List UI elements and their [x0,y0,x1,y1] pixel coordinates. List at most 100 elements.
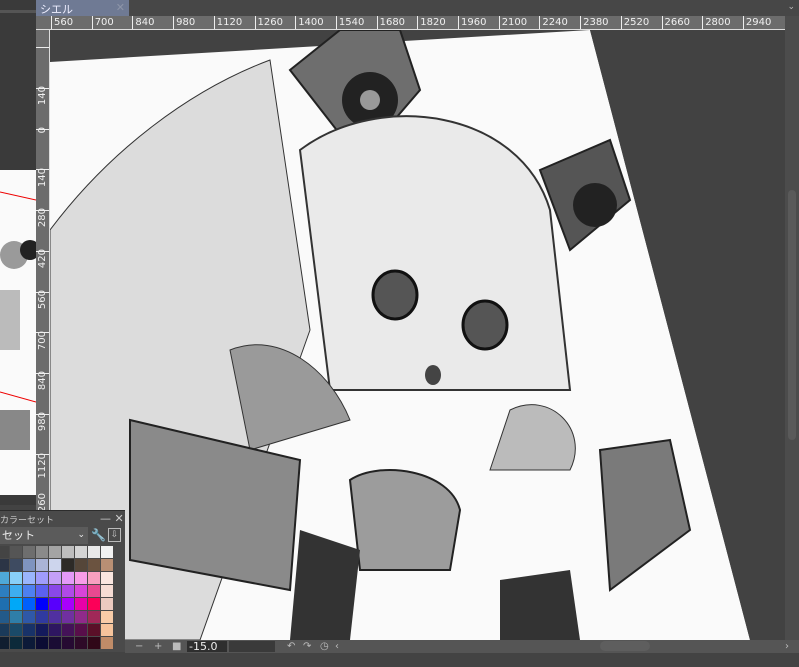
zoom-out-button[interactable]: − [135,640,143,653]
color-swatch[interactable] [88,611,100,623]
color-swatch[interactable] [36,559,48,571]
color-swatch[interactable] [75,572,87,584]
color-swatch[interactable] [36,637,48,649]
color-swatch[interactable] [49,585,61,597]
document-tab[interactable]: シエル ✕ [36,0,129,16]
color-swatch[interactable] [75,611,87,623]
color-swatch[interactable] [49,559,61,571]
color-swatch[interactable] [88,546,100,558]
color-swatch[interactable] [10,559,22,571]
color-swatch[interactable] [36,611,48,623]
color-swatch[interactable] [0,559,9,571]
color-swatch[interactable] [62,624,74,636]
ruler-tick-label: 1260 [36,454,49,519]
panel-close-icon[interactable]: — ✕ [100,512,124,525]
color-swatch[interactable] [10,637,22,649]
color-swatch[interactable] [101,611,113,623]
color-swatch[interactable] [101,572,113,584]
color-swatch[interactable] [101,637,113,649]
color-swatch[interactable] [101,546,113,558]
color-swatch[interactable] [88,624,100,636]
color-swatch[interactable] [75,559,87,571]
rotation-slider[interactable] [229,641,275,652]
zoom-in-button[interactable]: + [154,640,162,653]
rotate-left-icon[interactable]: ↶ [287,640,295,653]
color-swatch[interactable] [75,598,87,610]
color-swatch[interactable] [0,624,9,636]
color-swatch[interactable] [62,546,74,558]
color-swatch[interactable] [49,598,61,610]
ruler-tick-label: 1540 [335,16,364,29]
ruler-tick-label: 980 [173,16,195,29]
color-swatch[interactable] [101,559,113,571]
color-set-dropdown[interactable]: セット ⌄ [0,527,88,544]
color-swatch[interactable] [23,624,35,636]
color-swatch[interactable] [0,585,9,597]
color-swatch[interactable] [88,585,100,597]
color-swatch[interactable] [49,611,61,623]
color-swatch[interactable] [75,637,87,649]
ruler-tick-label: 840 [132,16,154,29]
scroll-right-icon[interactable]: › [785,640,789,653]
import-icon[interactable]: ⇩ [108,528,121,542]
fit-view-button[interactable]: ■ [172,640,181,653]
color-swatch[interactable] [62,637,74,649]
color-swatch[interactable] [62,559,74,571]
chevron-left-icon[interactable]: ‹ [335,640,339,653]
horizontal-scroll-thumb[interactable] [600,641,650,651]
color-swatch[interactable] [36,572,48,584]
color-swatch[interactable] [10,598,22,610]
color-swatch[interactable] [23,559,35,571]
chevron-down-icon[interactable]: ⌄ [787,2,795,12]
color-swatch[interactable] [0,598,9,610]
color-swatch[interactable] [23,585,35,597]
reset-rotation-icon[interactable]: ◷ [320,640,329,653]
color-swatch[interactable] [101,598,113,610]
color-swatch[interactable] [0,546,9,558]
color-swatch[interactable] [36,624,48,636]
color-swatch[interactable] [62,572,74,584]
color-swatch[interactable] [88,559,100,571]
color-swatch[interactable] [49,546,61,558]
color-swatch[interactable] [23,546,35,558]
rotate-right-icon[interactable]: ↷ [303,640,311,653]
ruler-tick-label: 140 [36,47,49,105]
navigator-preview[interactable] [0,170,36,495]
rotation-angle-input[interactable]: -15.0 [187,641,227,652]
color-swatch[interactable] [23,637,35,649]
color-swatch[interactable] [36,598,48,610]
color-swatch[interactable] [75,624,87,636]
color-swatch[interactable] [49,624,61,636]
color-swatch[interactable] [10,585,22,597]
color-swatch[interactable] [49,637,61,649]
color-swatch[interactable] [10,624,22,636]
color-swatch[interactable] [36,585,48,597]
color-swatch[interactable] [36,546,48,558]
ruler-tick-label: 1960 [458,16,486,29]
color-swatch[interactable] [23,598,35,610]
color-swatch[interactable] [23,572,35,584]
illustration-canvas[interactable] [50,30,785,640]
color-swatch[interactable] [0,637,9,649]
color-swatch[interactable] [88,572,100,584]
color-swatch[interactable] [62,598,74,610]
color-swatch[interactable] [23,611,35,623]
color-swatch[interactable] [10,546,22,558]
vertical-scroll-thumb[interactable] [788,190,796,440]
color-swatch[interactable] [101,624,113,636]
color-swatch[interactable] [49,572,61,584]
color-swatch[interactable] [88,598,100,610]
color-swatch[interactable] [10,572,22,584]
canvas-area[interactable] [50,30,785,640]
color-swatch[interactable] [62,611,74,623]
color-swatch[interactable] [0,572,9,584]
wrench-icon[interactable]: 🔧 [91,528,106,542]
color-swatch[interactable] [75,585,87,597]
color-swatch[interactable] [0,611,9,623]
close-icon[interactable]: ✕ [116,1,125,15]
color-swatch[interactable] [88,637,100,649]
color-swatch[interactable] [101,585,113,597]
color-swatch[interactable] [10,611,22,623]
color-swatch[interactable] [62,585,74,597]
color-swatch[interactable] [75,546,87,558]
